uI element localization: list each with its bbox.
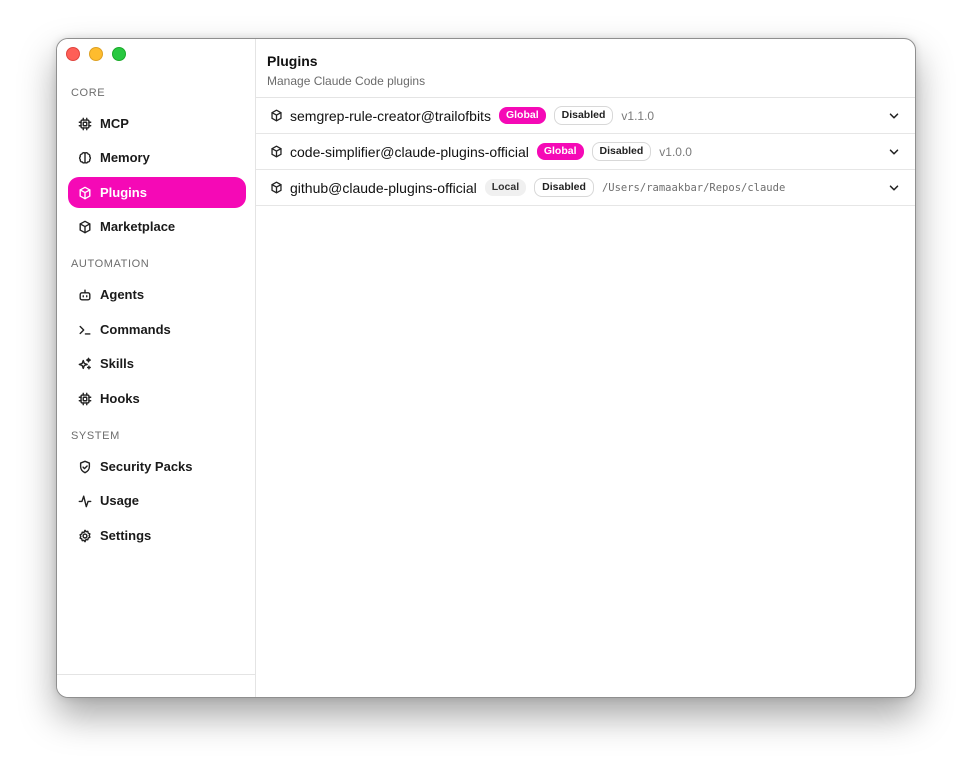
sidebar-footer-divider <box>57 674 255 675</box>
chevron-down-icon[interactable] <box>887 181 901 195</box>
page-subtitle: Manage Claude Code plugins <box>267 74 426 88</box>
package-icon <box>78 186 92 200</box>
sidebar-item-mcp[interactable]: MCP <box>68 108 246 139</box>
app-window: CORE MCP Memory Plugins Marketplace AUTO… <box>56 38 916 698</box>
plugin-name: github@claude-plugins-official <box>290 179 477 196</box>
sidebar-item-commands[interactable]: Commands <box>68 314 246 345</box>
sidebar-item-label: Usage <box>100 493 140 508</box>
sidebar-item-label: Marketplace <box>100 219 176 234</box>
plugin-name: semgrep-rule-creator@trailofbits <box>290 107 491 124</box>
shield-icon <box>78 460 92 474</box>
main-content: Plugins Manage Claude Code plugins semgr… <box>256 39 915 697</box>
scope-badge: Global <box>498 107 546 124</box>
status-badge: Disabled <box>553 106 614 125</box>
section-label-system: SYSTEM <box>71 430 120 442</box>
minimize-window-button[interactable] <box>89 47 103 61</box>
sidebar-item-memory[interactable]: Memory <box>68 142 246 173</box>
chevron-down-icon[interactable] <box>887 109 901 123</box>
package-icon <box>270 109 283 122</box>
sidebar-item-agents[interactable]: Agents <box>68 279 246 310</box>
scope-badge: Local <box>484 179 527 196</box>
gear-icon <box>78 529 92 543</box>
sidebar-item-label: Security Packs <box>100 459 193 474</box>
section-label-core: CORE <box>71 87 106 99</box>
package-icon <box>78 220 92 234</box>
sidebar-item-hooks[interactable]: Hooks <box>68 383 246 414</box>
activity-icon <box>78 494 92 508</box>
sidebar: CORE MCP Memory Plugins Marketplace AUTO… <box>57 39 256 697</box>
sidebar-item-label: Commands <box>100 322 171 337</box>
bot-icon <box>78 288 92 302</box>
package-icon <box>270 145 283 158</box>
close-window-button[interactable] <box>66 47 80 61</box>
page-title: Plugins <box>267 53 318 69</box>
maximize-window-button[interactable] <box>112 47 126 61</box>
plugin-version: v1.0.0 <box>659 144 692 159</box>
plugin-path: /Users/ramaakbar/Repos/claude <box>601 181 786 194</box>
sidebar-item-skills[interactable]: Skills <box>68 348 246 379</box>
sidebar-item-label: Agents <box>100 287 145 302</box>
sidebar-item-marketplace[interactable]: Marketplace <box>68 211 246 242</box>
sidebar-item-label: Hooks <box>100 391 140 406</box>
window-controls <box>66 47 126 61</box>
chip-icon <box>78 392 92 406</box>
sparkles-icon <box>78 357 92 371</box>
status-badge: Disabled <box>534 178 594 197</box>
section-label-automation: AUTOMATION <box>71 258 150 270</box>
package-icon <box>270 181 283 194</box>
sidebar-item-label: Memory <box>100 150 150 165</box>
plugin-name: code-simplifier@claude-plugins-official <box>290 143 529 160</box>
scope-badge: Global <box>536 143 584 160</box>
plugin-version: v1.1.0 <box>621 108 655 123</box>
chip-icon <box>78 117 92 131</box>
page-header: Plugins Manage Claude Code plugins <box>256 39 915 98</box>
status-badge: Disabled <box>591 142 652 161</box>
plugin-row[interactable]: code-simplifier@claude-plugins-official … <box>256 134 915 170</box>
sidebar-item-usage[interactable]: Usage <box>68 485 246 516</box>
sidebar-item-security-packs[interactable]: Security Packs <box>68 451 246 482</box>
terminal-icon <box>78 323 92 337</box>
brain-icon <box>78 151 92 165</box>
sidebar-item-plugins[interactable]: Plugins <box>68 177 246 208</box>
sidebar-item-label: Skills <box>100 356 134 371</box>
sidebar-item-settings[interactable]: Settings <box>68 520 246 551</box>
sidebar-item-label: MCP <box>100 116 129 131</box>
plugin-row[interactable]: semgrep-rule-creator@trailofbits Global … <box>256 98 915 134</box>
plugin-row[interactable]: github@claude-plugins-official Local Dis… <box>256 170 915 206</box>
chevron-down-icon[interactable] <box>887 145 901 159</box>
sidebar-item-label: Settings <box>100 528 152 543</box>
sidebar-item-label: Plugins <box>100 185 147 200</box>
